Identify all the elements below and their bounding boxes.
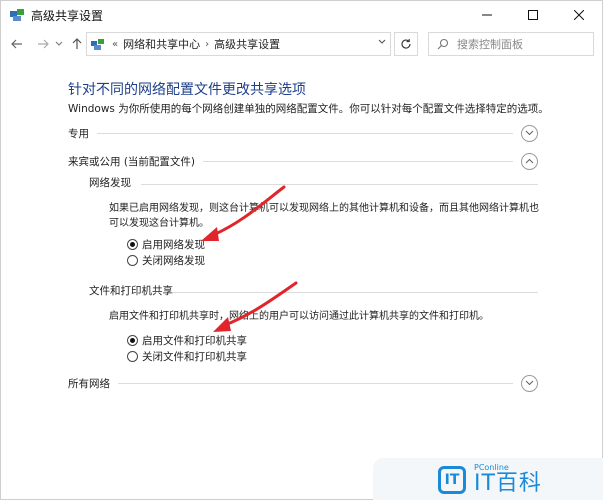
- watermark-logo-letter: IT: [444, 471, 460, 488]
- watermark-big: IT百科: [474, 471, 542, 496]
- arrow-annotation-icon: [213, 281, 298, 332]
- annotation-arrows: [201, 185, 298, 332]
- watermark-text: PConline IT百科: [474, 463, 542, 496]
- watermark: IT PConline IT百科: [373, 458, 603, 500]
- pconline-logo-icon: IT: [438, 465, 466, 494]
- window: 高级共享设置 « 网络和共享中心 › 高级共享设置 搜索控制面板 针对不同的网络…: [0, 0, 603, 500]
- arrow-annotation-icon: [201, 185, 286, 241]
